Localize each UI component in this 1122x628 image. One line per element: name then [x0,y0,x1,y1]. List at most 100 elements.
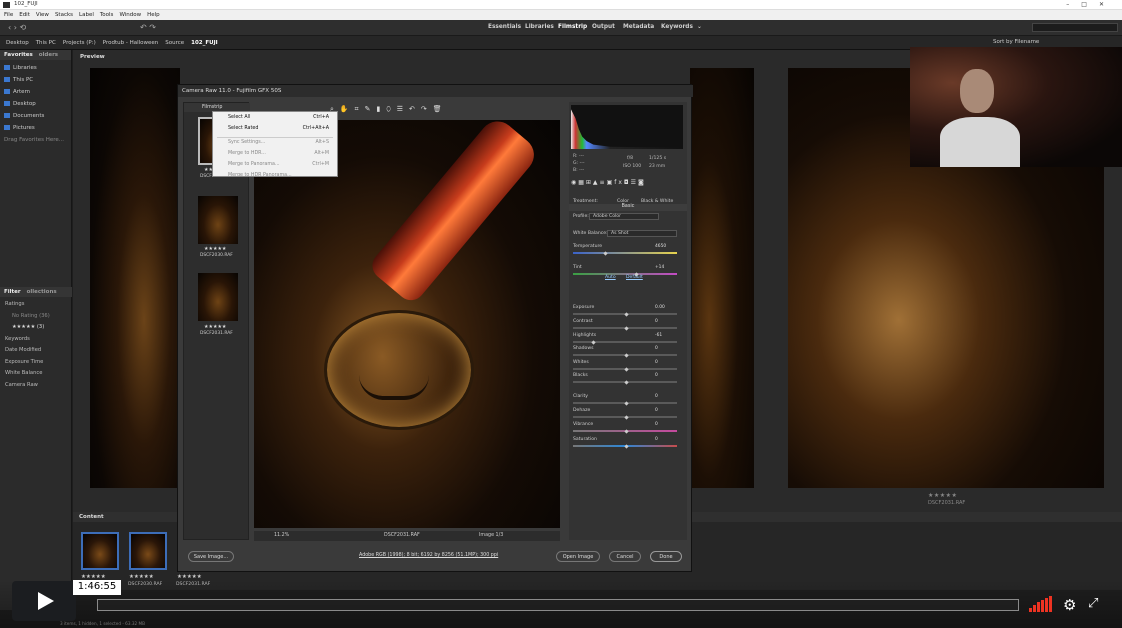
slider-value-temperature[interactable]: 4650 [655,244,666,249]
content-thumb[interactable] [129,532,167,570]
breadcrumb-projects[interactable]: Projects (P:) [63,40,96,46]
tab-favorites[interactable]: Favorites [4,52,33,58]
window-controls[interactable]: –□✕ [1066,1,1116,8]
rotate-left-icon[interactable]: ↶ [409,105,415,113]
slider-value-clarity[interactable]: 0 [655,394,658,399]
brush-tool-icon[interactable]: ✎ [365,105,371,113]
slider-value-shadows[interactable]: 0 [655,346,658,351]
context-menu-item[interactable]: Select Rated Ctrl+Alt+A [213,125,337,136]
favorite-libraries[interactable]: Libraries [0,60,71,72]
workspace-output[interactable]: Output [592,24,615,30]
slider-knob[interactable] [624,380,629,385]
breadcrumb-prodtub[interactable]: Prodtub - Halloween [103,40,159,46]
slider-value-contrast[interactable]: 0 [655,319,658,324]
menu-view[interactable]: View [36,12,49,18]
filter-no-rating[interactable]: No Rating (36) [0,311,72,323]
menu-stacks[interactable]: Stacks [55,12,73,18]
wb-select[interactable]: As Shot [607,230,677,237]
filter-date-modified[interactable]: Date Modified [0,345,72,357]
favorite-pictures[interactable]: Pictures [0,120,71,132]
favorite-desktop[interactable]: Desktop [0,96,71,108]
breadcrumb-folder[interactable]: 102_FUJI [191,40,218,46]
filter-ratings[interactable]: Ratings [0,299,72,311]
filter-exposure-time[interactable]: Exposure Time [0,357,72,369]
progress-bar[interactable] [97,599,1019,611]
play-button[interactable] [12,581,76,621]
default-link[interactable]: Default [626,275,643,280]
filter-white-balance[interactable]: White Balance [0,368,72,380]
slider-track-temperature[interactable] [573,252,677,254]
slider-knob[interactable] [624,401,629,406]
crop-tool-icon[interactable]: ⌗ [355,105,359,114]
slider-track-highlights[interactable] [573,341,677,343]
slider-knob[interactable] [624,429,629,434]
save-image-button[interactable]: Save Image... [188,551,234,562]
slider-value-vibrance[interactable]: 0 [655,422,658,427]
list-icon[interactable]: ☰ [397,105,403,113]
breadcrumb-this-pc[interactable]: This PC [36,40,56,46]
cancel-button[interactable]: Cancel [609,551,641,562]
menu-help[interactable]: Help [147,12,160,18]
menu-edit[interactable]: Edit [19,12,30,18]
panel-tab-icons[interactable]: ◉▦⊞▲≡▣fx◘☰◙ [569,179,687,187]
context-menu-item[interactable]: Select All Ctrl+A [213,114,337,125]
tab-collections[interactable]: ollections [27,289,57,295]
slider-value-blacks[interactable]: 0 [655,373,658,378]
slider-knob[interactable] [624,312,629,317]
done-button[interactable]: Done [650,551,682,562]
menu-window[interactable]: Window [119,12,141,18]
slider-knob[interactable] [591,340,596,345]
auto-link[interactable]: Auto [605,275,616,280]
menu-file[interactable]: File [4,12,13,18]
slider-knob[interactable] [624,444,629,449]
back-forward-icons[interactable]: ‹ › ⟲ [8,23,26,32]
sort-menu[interactable]: Sort by Filename [993,39,1039,45]
volume-icon[interactable] [1029,596,1053,612]
favorite-documents[interactable]: Documents [0,108,71,120]
slider-value-tint[interactable]: +14 [655,265,664,270]
search-input[interactable] [1032,23,1118,32]
cr-thumb-2[interactable] [198,196,238,244]
menu-label[interactable]: Label [79,12,94,18]
cr-thumb-3[interactable] [198,273,238,321]
favorite-artem[interactable]: Artem [0,84,71,96]
content-thumb[interactable] [81,532,119,570]
slider-knob[interactable] [624,415,629,420]
trash-icon[interactable]: 🗑 [433,105,442,113]
workspace-metadata[interactable]: Metadata [623,24,654,30]
slider-knob[interactable] [624,367,629,372]
workspace-filmstrip[interactable]: Filmstrip [558,24,587,30]
menu-tools[interactable]: Tools [100,12,114,18]
open-image-button[interactable]: Open Image [556,551,600,562]
tab-filter[interactable]: Filter [4,289,21,295]
gradient-tool-icon[interactable]: ▮ [376,105,380,113]
workspace-keywords[interactable]: Keywords [661,24,693,30]
slider-value-dehaze[interactable]: 0 [655,408,658,413]
filter-keywords[interactable]: Keywords [0,334,72,346]
slider-value-whites[interactable]: 0 [655,360,658,365]
slider-knob[interactable] [624,326,629,331]
workspace-essentials[interactable]: Essentials [488,24,521,30]
zoom-level[interactable]: 11.2% [274,533,289,538]
treatment-color-radio[interactable]: Color [617,199,629,204]
workspace-libraries[interactable]: Libraries [525,24,554,30]
tab-folders[interactable]: olders [39,52,58,58]
slider-value-highlights[interactable]: -61 [655,333,662,338]
favorite-this-pc[interactable]: This PC [0,72,71,84]
rotate-icons[interactable]: ↶ ↷ [140,23,156,32]
workflow-options-link[interactable]: Adobe RGB (1998); 8 bit; 6192 by 8256 (5… [359,553,498,558]
filter-five-stars[interactable]: ★★★★★ (3) [0,322,72,334]
radial-tool-icon[interactable]: ⬯ [386,105,390,114]
rotate-right-icon[interactable]: ↷ [421,105,427,113]
slider-knob[interactable] [624,353,629,358]
breadcrumb-desktop[interactable]: Desktop [6,40,29,46]
profile-select[interactable]: Adobe Color [589,213,659,220]
treatment-bw-radio[interactable]: Black & White [641,199,673,204]
hand-tool-icon[interactable]: ✋ [340,105,349,113]
slider-value-saturation[interactable]: 0 [655,437,658,442]
breadcrumb-source[interactable]: Source [165,40,184,46]
slider-track-tint[interactable] [573,273,677,275]
fullscreen-icon[interactable]: ⤢ [1088,596,1098,611]
gear-icon[interactable]: ⚙ [1063,596,1076,614]
chevron-down-icon[interactable]: ⌄ [697,24,702,30]
